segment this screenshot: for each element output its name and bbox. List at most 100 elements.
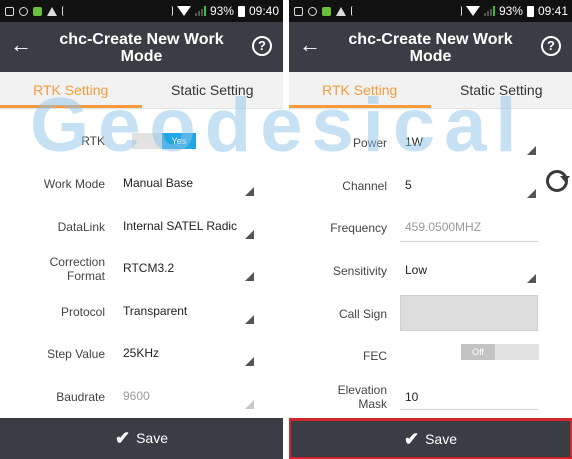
battery-percent: 93% (498, 4, 523, 18)
call-sign-row: Call Sign (289, 295, 572, 331)
power-label: Power (352, 136, 387, 150)
left-screen: 93% 09:40 ← chc-Create New Work Mode ? R… (0, 0, 283, 459)
app-icon (322, 6, 331, 16)
elevation-mask-value: 10 (405, 390, 419, 404)
step-value-label: Step Value (47, 347, 105, 361)
rtk-toggle-state: Yes (162, 133, 196, 149)
datalink-select[interactable]: Internal SATEL Radic (118, 211, 256, 241)
call-sign-label: Call Sign (338, 307, 387, 321)
datalink-label: DataLink (57, 220, 105, 234)
fec-row: FEC Off (289, 340, 572, 372)
protocol-select[interactable]: Transparent (118, 296, 256, 326)
notification-icon (294, 6, 303, 16)
channel-label: Channel (342, 179, 387, 193)
save-button[interactable]: ✔ Save (115, 429, 168, 447)
tab-bar: RTK Setting Static Setting (0, 72, 283, 109)
elevation-mask-row: Elevation Mask 10 (289, 380, 572, 414)
baudrate-row: Baudrate 9600 (0, 381, 283, 413)
protocol-row: Protocol Transparent (0, 296, 283, 328)
save-label: Save (425, 431, 457, 447)
notification-icon (5, 6, 14, 16)
tab-static-setting[interactable]: Static Setting (431, 72, 572, 108)
fec-field: Off (400, 340, 539, 370)
title-bar: ← chc-Create New Work Mode ? (0, 22, 283, 72)
frequency-field: 459.0500MHZ (400, 212, 538, 242)
elevation-mask-label: Elevation Mask (337, 383, 387, 411)
dropdown-caret-icon (527, 274, 536, 283)
usb-icon (351, 6, 357, 16)
correction-format-row: Correction Format RTCM3.2 (0, 253, 283, 285)
page-title: chc-Create New Work Mode (348, 31, 513, 65)
tab-bar: RTK Setting Static Setting (289, 72, 572, 109)
clock: 09:41 (537, 4, 568, 18)
status-bar: 93% 09:40 (0, 0, 283, 22)
rtk-label: RTK (81, 134, 105, 148)
call-sign-input[interactable] (400, 295, 538, 331)
channel-select[interactable]: 5 (400, 170, 538, 200)
wifi-icon (465, 6, 480, 16)
field-underline (400, 409, 538, 410)
help-icon[interactable]: ? (252, 36, 272, 56)
battery-percent: 93% (209, 4, 234, 18)
frequency-row: Frequency 459.0500MHZ (289, 212, 572, 244)
title-bar: ← chc-Create New Work Mode ? (289, 22, 572, 72)
frequency-value: 459.0500MHZ (405, 220, 482, 234)
wifi-icon (176, 6, 191, 16)
power-value: 1W (405, 135, 423, 149)
warning-icon (336, 6, 346, 16)
datalink-value: Internal SATEL Radic (123, 219, 238, 233)
power-select[interactable]: 1W (400, 127, 538, 157)
battery-icon (526, 5, 534, 17)
elevation-mask-input[interactable]: 10 (400, 380, 538, 410)
fec-toggle[interactable]: Off (461, 344, 539, 360)
rtk-row: RTK Yes (0, 125, 283, 157)
fec-toggle-state: Off (461, 344, 495, 360)
status-bar: 93% 09:41 (289, 0, 572, 22)
right-screen: 93% 09:41 ← chc-Create New Work Mode ? R… (289, 0, 572, 459)
tab-static-setting[interactable]: Static Setting (142, 72, 284, 108)
bluetooth-icon (456, 6, 462, 16)
work-mode-label: Work Mode (43, 177, 105, 191)
notification-icon (308, 6, 317, 16)
datalink-row: DataLink Internal SATEL Radic (0, 211, 283, 243)
sensitivity-select[interactable]: Low (400, 255, 538, 285)
refresh-icon[interactable] (546, 170, 570, 192)
baudrate-label: Baudrate (56, 390, 105, 404)
sensitivity-label: Sensitivity (332, 264, 387, 278)
check-icon: ✔ (114, 428, 131, 448)
rtk-toggle[interactable]: Yes (132, 133, 196, 149)
tab-rtk-setting[interactable]: RTK Setting (289, 72, 431, 108)
dropdown-caret-icon (245, 187, 254, 196)
dropdown-caret-icon (245, 230, 254, 239)
help-icon[interactable]: ? (541, 36, 561, 56)
signal-icon (483, 6, 495, 16)
step-value-select[interactable]: 25KHz (118, 338, 256, 368)
sensitivity-row: Sensitivity Low (289, 255, 572, 287)
sensitivity-value: Low (405, 263, 428, 277)
dropdown-caret-icon (245, 272, 254, 281)
dropdown-caret-icon (527, 146, 536, 155)
work-mode-row: Work Mode Manual Base (0, 168, 283, 200)
channel-row: Channel 5 (289, 170, 572, 202)
back-arrow-icon[interactable]: ← (299, 34, 321, 56)
baudrate-select[interactable]: 9600 (118, 381, 256, 411)
dropdown-caret-icon (527, 189, 536, 198)
clock: 09:40 (248, 4, 279, 18)
bluetooth-icon (167, 6, 173, 16)
tab-rtk-setting[interactable]: RTK Setting (0, 72, 142, 108)
rtk-field: Yes (118, 125, 256, 155)
check-icon: ✔ (403, 429, 420, 449)
back-arrow-icon[interactable]: ← (10, 34, 32, 56)
protocol-value: Transparent (123, 304, 188, 318)
correction-format-select[interactable]: RTCM3.2 (118, 253, 256, 283)
power-row: Power 1W (289, 127, 572, 159)
correction-format-value: RTCM3.2 (123, 261, 175, 275)
usb-icon (62, 6, 68, 16)
save-button[interactable]: ✔ Save (404, 430, 457, 448)
warning-icon (47, 6, 57, 16)
correction-format-label: Correction Format (49, 255, 105, 283)
work-mode-value: Manual Base (123, 176, 194, 190)
dropdown-caret-icon (245, 357, 254, 366)
work-mode-select[interactable]: Manual Base (118, 168, 256, 198)
battery-icon (237, 5, 245, 17)
